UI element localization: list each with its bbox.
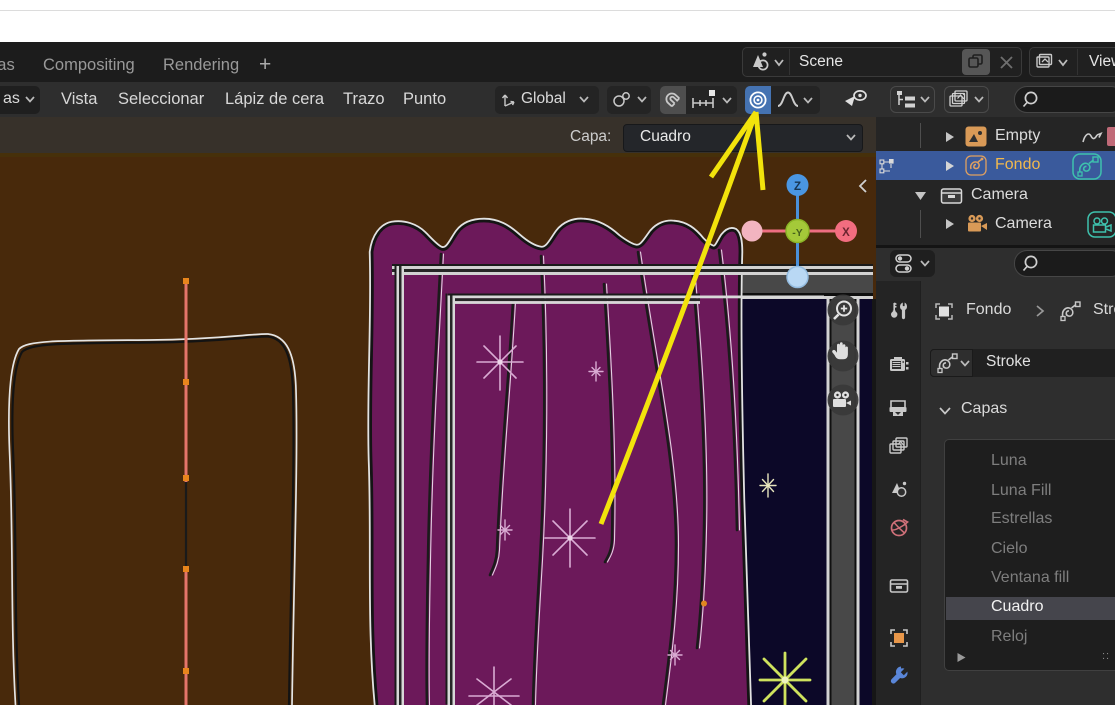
svg-text:X: X [842,227,850,239]
svg-text:Z: Z [794,181,801,193]
svg-text:-Y: -Y [792,227,803,239]
